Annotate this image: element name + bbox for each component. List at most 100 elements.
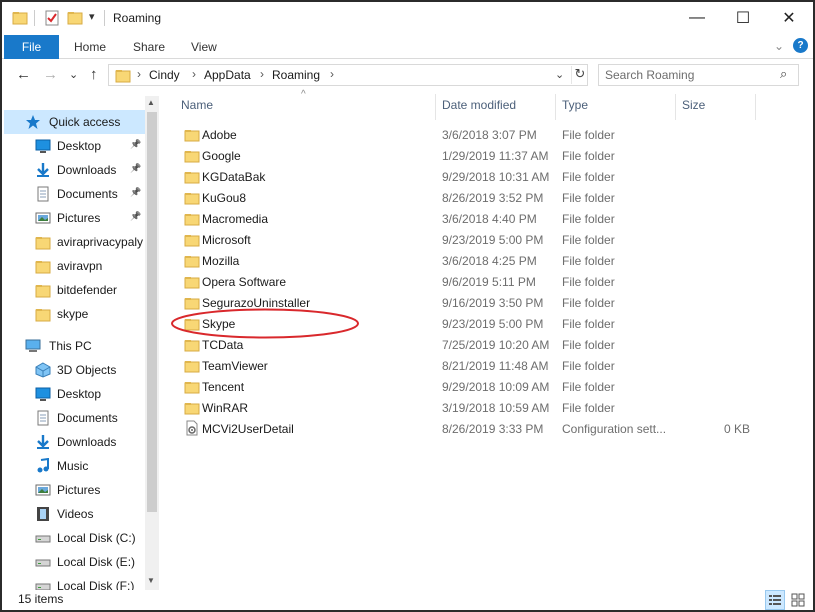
column-header-type[interactable]: Type bbox=[562, 98, 588, 112]
sidebar-item-aviravpn[interactable]: aviravpn bbox=[4, 254, 145, 278]
sidebar-item-skype[interactable]: skype bbox=[4, 302, 145, 326]
file-row[interactable]: Macromedia 3/6/2018 4:40 PM File folder bbox=[176, 208, 761, 229]
sidebar-item-label: Local Disk (E:) bbox=[57, 555, 136, 569]
chevron-right-icon[interactable]: › bbox=[330, 67, 334, 81]
search-icon[interactable]: ⌕ bbox=[780, 66, 787, 82]
cell-date: 1/29/2019 11:37 AM bbox=[442, 149, 549, 163]
file-row[interactable]: Adobe 3/6/2018 3:07 PM File folder bbox=[176, 124, 761, 145]
scrollbar-thumb[interactable] bbox=[147, 112, 157, 512]
computer-icon bbox=[25, 338, 41, 354]
expand-ribbon-icon[interactable]: ⌄ bbox=[774, 39, 784, 53]
column-header-name[interactable]: Name bbox=[181, 98, 213, 112]
sidebar-item-videos[interactable]: Videos bbox=[4, 502, 145, 526]
column-divider[interactable] bbox=[435, 94, 436, 120]
search-box[interactable]: ⌕ bbox=[598, 64, 799, 86]
column-header-date[interactable]: Date modified bbox=[442, 98, 516, 112]
sidebar-item-this-pc[interactable]: This PC bbox=[4, 334, 145, 358]
large-icons-view-button[interactable] bbox=[788, 590, 808, 610]
properties-checkmark-icon[interactable] bbox=[44, 10, 60, 26]
maximize-button[interactable]: ☐ bbox=[720, 1, 766, 35]
minimize-button[interactable]: — bbox=[674, 1, 720, 35]
forward-arrow-icon[interactable]: → bbox=[43, 66, 58, 83]
sidebar-item-music[interactable]: Music bbox=[4, 454, 145, 478]
sidebar-item-local-disk-c[interactable]: Local Disk (C:) bbox=[4, 526, 145, 550]
sidebar-item-desktop[interactable]: Desktop bbox=[4, 382, 145, 406]
file-row[interactable]: TCData 7/25/2019 10:20 AM File folder bbox=[176, 334, 761, 355]
sidebar-item-local-disk-e[interactable]: Local Disk (E:) bbox=[4, 550, 145, 574]
sidebar-scrollbar[interactable]: ▲ ▼ bbox=[145, 96, 159, 591]
folder-icon bbox=[35, 234, 51, 250]
sidebar-item-label: bitdefender bbox=[57, 283, 118, 297]
file-row[interactable]: MCVi2UserDetail 8/26/2019 3:33 PM Configur… bbox=[176, 418, 761, 439]
file-row[interactable]: SegurazoUninstaller 9/16/2019 3:50 PM File… bbox=[176, 292, 761, 313]
quick-access-dropdown-icon[interactable]: ▾ bbox=[89, 10, 95, 23]
refresh-icon[interactable]: ↻ bbox=[571, 66, 588, 84]
search-input[interactable] bbox=[605, 67, 775, 83]
cell-date: 8/26/2019 3:52 PM bbox=[442, 191, 544, 205]
sidebar-item-label: aviraprivacypaly bbox=[57, 235, 144, 249]
cell-date: 9/29/2018 10:09 AM bbox=[442, 380, 550, 394]
sidebar-item-aviraprivacypaly[interactable]: aviraprivacypaly bbox=[4, 230, 145, 254]
star-icon bbox=[25, 114, 41, 130]
sidebar-item-quick-access[interactable]: Quick access bbox=[4, 110, 145, 134]
recent-locations-icon[interactable]: ⌄ bbox=[69, 68, 78, 81]
cell-date: 9/16/2019 3:50 PM bbox=[442, 296, 544, 310]
file-row[interactable]: Google 1/29/2019 11:37 AM File folder bbox=[176, 145, 761, 166]
sidebar-item-3d-objects[interactable]: 3D Objects bbox=[4, 358, 145, 382]
folder-icon bbox=[184, 149, 200, 166]
sidebar-item-downloads[interactable]: Downloads 📌 bbox=[4, 158, 145, 182]
chevron-right-icon[interactable]: › bbox=[192, 67, 196, 81]
tab-home[interactable]: Home bbox=[74, 40, 106, 54]
up-arrow-icon[interactable]: ↑ bbox=[90, 66, 98, 83]
back-arrow-icon[interactable]: ← bbox=[16, 66, 31, 83]
breadcrumb-roaming[interactable]: Roaming bbox=[272, 68, 320, 82]
file-row[interactable]: WinRAR 3/19/2018 10:59 AM File folder bbox=[176, 397, 761, 418]
column-divider[interactable] bbox=[675, 94, 676, 120]
column-divider[interactable] bbox=[755, 94, 756, 120]
column-divider[interactable] bbox=[555, 94, 556, 120]
details-view-icon bbox=[769, 595, 781, 605]
sidebar-item-documents[interactable]: Documents bbox=[4, 406, 145, 430]
sidebar-item-label: Quick access bbox=[49, 115, 121, 129]
tab-file[interactable]: File bbox=[4, 35, 59, 59]
breadcrumb-cindy[interactable]: Cindy bbox=[149, 68, 180, 82]
sidebar-item-label: Local Disk (C:) bbox=[57, 531, 136, 545]
tab-share[interactable]: Share bbox=[133, 40, 165, 54]
scroll-up-icon[interactable]: ▲ bbox=[147, 98, 155, 107]
help-icon[interactable]: ? bbox=[793, 38, 808, 53]
chevron-right-icon[interactable]: › bbox=[260, 67, 264, 81]
file-row[interactable]: Tencent 9/29/2018 10:09 AM File folder bbox=[176, 376, 761, 397]
sidebar-item-local-disk-f[interactable]: Local Disk (F:) bbox=[4, 574, 145, 591]
breadcrumb-appdata[interactable]: AppData bbox=[204, 68, 251, 82]
file-row[interactable]: Mozilla 3/6/2018 4:25 PM File folder bbox=[176, 250, 761, 271]
address-bar[interactable]: › Cindy › AppData › Roaming › ⌄ ↻ bbox=[108, 64, 588, 86]
drive-icon bbox=[35, 530, 51, 546]
file-row[interactable]: TeamViewer 8/21/2019 11:48 AM File folder bbox=[176, 355, 761, 376]
cell-date: 9/29/2018 10:31 AM bbox=[442, 170, 550, 184]
scroll-down-icon[interactable]: ▼ bbox=[147, 576, 155, 585]
cell-type: File folder bbox=[562, 233, 615, 247]
file-row[interactable]: Opera Software 9/6/2019 5:11 PM File folde… bbox=[176, 271, 761, 292]
file-row[interactable]: KuGou8 8/26/2019 3:52 PM File folder bbox=[176, 187, 761, 208]
cell-type: File folder bbox=[562, 317, 615, 331]
file-row[interactable]: Microsoft 9/23/2019 5:00 PM File folder bbox=[176, 229, 761, 250]
chevron-down-icon[interactable]: ⌄ bbox=[555, 68, 564, 81]
sidebar-item-downloads[interactable]: Downloads bbox=[4, 430, 145, 454]
sidebar-item-documents[interactable]: Documents 📌 bbox=[4, 182, 145, 206]
cell-type: File folder bbox=[562, 275, 615, 289]
new-folder-icon[interactable] bbox=[67, 10, 83, 26]
sidebar-item-bitdefender[interactable]: bitdefender bbox=[4, 278, 145, 302]
sidebar-item-desktop[interactable]: Desktop 📌 bbox=[4, 134, 145, 158]
close-button[interactable]: ✕ bbox=[766, 1, 812, 35]
column-header-size[interactable]: Size bbox=[682, 98, 705, 112]
tab-view[interactable]: View bbox=[191, 40, 217, 54]
cell-name: Mozilla bbox=[202, 254, 240, 268]
sidebar-item-pictures[interactable]: Pictures 📌 bbox=[4, 206, 145, 230]
cell-name: KuGou8 bbox=[202, 191, 247, 205]
sidebar-item-pictures[interactable]: Pictures bbox=[4, 478, 145, 502]
sidebar-item-label: skype bbox=[57, 307, 89, 321]
file-row[interactable]: Skype 9/23/2019 5:00 PM File folder bbox=[176, 313, 761, 334]
file-row[interactable]: KGDataBak 9/29/2018 10:31 AM File folder bbox=[176, 166, 761, 187]
cell-date: 8/26/2019 3:33 PM bbox=[442, 422, 544, 436]
details-view-button[interactable] bbox=[765, 590, 785, 610]
